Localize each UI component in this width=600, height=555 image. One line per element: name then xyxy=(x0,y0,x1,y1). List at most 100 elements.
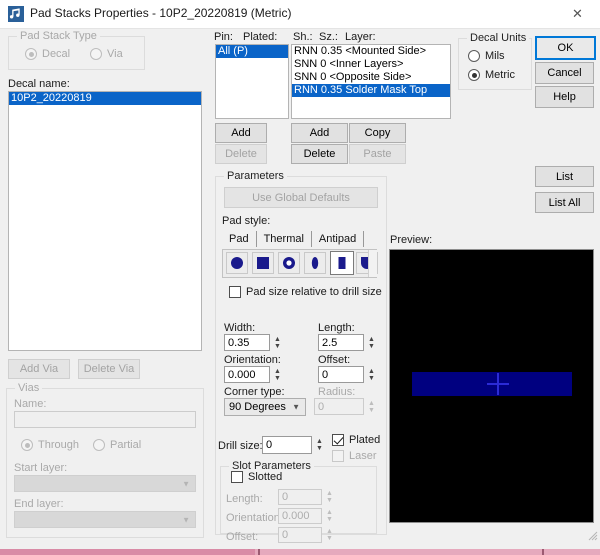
pin-listbox[interactable]: All (P) xyxy=(215,44,289,119)
via-name-input[interactable] xyxy=(14,411,196,428)
pin-header-label: Pin: xyxy=(214,31,233,43)
orientation-stepper[interactable]: ▲▼ xyxy=(272,366,283,383)
layer-delete-button[interactable]: Delete xyxy=(291,144,348,164)
slot-offset-input[interactable]: 0 xyxy=(278,527,322,543)
pad-stack-type-title: Pad Stack Type xyxy=(17,30,100,42)
radio-mils[interactable]: Mils xyxy=(463,50,505,62)
start-layer-select[interactable]: ▼ xyxy=(14,475,196,492)
radio-decal-dot xyxy=(25,48,37,60)
slotted-box xyxy=(231,471,243,483)
drill-size-input[interactable]: 0 xyxy=(262,436,312,454)
pin-delete-button[interactable]: Delete xyxy=(215,144,267,164)
radio-partial[interactable]: Partial xyxy=(88,439,141,451)
list-item[interactable]: 10P2_20220819 xyxy=(9,92,201,105)
pin-add-button[interactable]: Add xyxy=(215,123,267,143)
decal-name-label: Decal name: xyxy=(8,78,70,90)
background-strip-marker-right xyxy=(542,549,544,555)
radio-mils-dot xyxy=(468,50,480,62)
pads-app-icon xyxy=(8,6,24,22)
decal-name-listbox[interactable]: 10P2_20220819 xyxy=(8,91,202,351)
preview-crosshair-vertical xyxy=(497,373,499,395)
list-button[interactable]: List xyxy=(535,166,594,187)
pad-shape-annular[interactable] xyxy=(278,252,300,274)
close-icon[interactable]: ✕ xyxy=(555,0,600,28)
radio-metric-dot xyxy=(468,69,480,81)
pad-style-tabs: Pad Thermal Antipad xyxy=(222,230,377,247)
drill-size-stepper[interactable]: ▲▼ xyxy=(314,436,325,454)
length-stepper[interactable]: ▲▼ xyxy=(366,334,377,351)
laser-checkbox[interactable]: Laser xyxy=(327,450,377,462)
slot-offset-label: Offset: xyxy=(226,531,258,543)
window-title: Pad Stacks Properties - 10P2_20220819 (M… xyxy=(30,6,291,20)
delete-via-button[interactable]: Delete Via xyxy=(78,359,140,379)
pad-stacks-properties-dialog: Pad Stacks Properties - 10P2_20220819 (M… xyxy=(0,0,600,549)
help-button[interactable]: Help xyxy=(535,86,594,108)
radius-input[interactable]: 0 xyxy=(314,398,364,415)
preview-label: Preview: xyxy=(390,234,432,246)
pad-size-relative-checkbox[interactable]: Pad size relative to drill size xyxy=(224,286,382,298)
list-all-button[interactable]: List All xyxy=(535,192,594,213)
list-item[interactable]: All (P) xyxy=(216,45,288,58)
slot-length-stepper[interactable]: ▲▼ xyxy=(324,489,335,505)
radio-partial-dot xyxy=(93,439,105,451)
slot-orientation-stepper[interactable]: ▲▼ xyxy=(324,508,335,524)
list-item[interactable]: SNN 0 <Opposite Side> xyxy=(292,71,450,84)
laser-box xyxy=(332,450,344,462)
tab-thermal[interactable]: Thermal xyxy=(257,231,312,247)
tab-pad[interactable]: Pad xyxy=(222,231,257,247)
pad-shape-square[interactable] xyxy=(252,252,274,274)
radio-metric[interactable]: Metric xyxy=(463,69,515,81)
radius-stepper[interactable]: ▲▼ xyxy=(366,398,377,415)
tab-antipad[interactable]: Antipad xyxy=(312,231,364,247)
title-bar: Pad Stacks Properties - 10P2_20220819 (M… xyxy=(0,0,600,28)
pad-shape-rectangle[interactable] xyxy=(330,251,354,275)
width-label: Width: xyxy=(224,322,255,334)
radio-through-dot xyxy=(21,439,33,451)
plated-checkbox[interactable]: Plated xyxy=(327,434,380,446)
layer-add-button[interactable]: Add xyxy=(291,123,348,143)
radio-decal[interactable]: Decal xyxy=(20,48,70,60)
pad-size-relative-box xyxy=(229,286,241,298)
slot-orientation-label: Orientation: xyxy=(226,512,283,524)
slot-offset-stepper[interactable]: ▲▼ xyxy=(324,527,335,543)
sz-header-label: Sz.: xyxy=(319,31,338,43)
background-strip-mid xyxy=(262,549,290,555)
plated-box xyxy=(332,434,344,446)
slotted-checkbox[interactable]: Slotted xyxy=(226,471,282,483)
list-item[interactable]: RNN 0.35 Solder Mask Top xyxy=(292,84,450,97)
slot-length-input[interactable]: 0 xyxy=(278,489,322,505)
radio-via[interactable]: Via xyxy=(85,48,123,60)
radio-through[interactable]: Through xyxy=(16,439,79,451)
width-input[interactable]: 0.35 xyxy=(224,334,270,351)
radio-metric-label: Metric xyxy=(485,69,515,81)
slot-orientation-input[interactable]: 0.000 xyxy=(278,508,322,524)
list-item[interactable]: RNN 0.35 <Mounted Side> xyxy=(292,45,450,58)
sh-header-label: Sh.: xyxy=(293,31,313,43)
orientation-input[interactable]: 0.000 xyxy=(224,366,270,383)
layer-header-label: Layer: xyxy=(345,31,376,43)
corner-type-value: 90 Degrees xyxy=(229,401,286,413)
add-via-button[interactable]: Add Via xyxy=(8,359,70,379)
offset-stepper[interactable]: ▲▼ xyxy=(366,366,377,383)
parameters-title: Parameters xyxy=(224,170,287,182)
pad-shape-round[interactable] xyxy=(226,252,248,274)
preview-canvas xyxy=(389,249,594,523)
offset-input[interactable]: 0 xyxy=(318,366,364,383)
layer-copy-button[interactable]: Copy xyxy=(349,123,406,143)
pad-shape-scrollbar[interactable] xyxy=(368,250,377,277)
layer-listbox[interactable]: RNN 0.35 <Mounted Side> SNN 0 <Inner Lay… xyxy=(291,44,451,119)
plated-label: Plated xyxy=(349,434,380,446)
pad-shape-oval[interactable] xyxy=(304,252,326,274)
background-strip xyxy=(0,549,600,555)
end-layer-select[interactable]: ▼ xyxy=(14,511,196,528)
chevron-down-icon: ▼ xyxy=(182,515,190,524)
length-input[interactable]: 2.5 xyxy=(318,334,364,351)
cancel-button[interactable]: Cancel xyxy=(535,62,594,84)
list-item[interactable]: SNN 0 <Inner Layers> xyxy=(292,58,450,71)
corner-type-select[interactable]: 90 Degrees ▼ xyxy=(224,398,306,416)
layer-paste-button[interactable]: Paste xyxy=(349,144,406,164)
width-stepper[interactable]: ▲▼ xyxy=(272,334,283,351)
use-global-defaults-button[interactable]: Use Global Defaults xyxy=(224,187,378,208)
ok-button[interactable]: OK xyxy=(535,36,596,60)
resize-grip[interactable] xyxy=(588,531,598,541)
